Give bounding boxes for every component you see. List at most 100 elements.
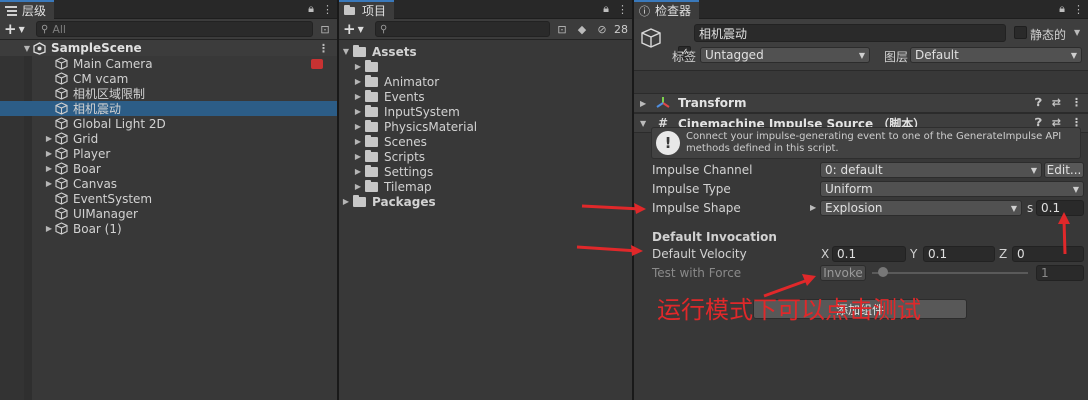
hierarchy-item[interactable]: ▶ Grid xyxy=(0,131,337,146)
chevron-right-icon[interactable]: ▶ xyxy=(353,92,363,101)
object-name-field[interactable]: 相机震动 xyxy=(694,24,1006,42)
project-folder-label: Tilemap xyxy=(384,179,432,194)
chevron-right-icon[interactable]: ▶ xyxy=(810,203,816,212)
project-folder-row[interactable]: ▶ xyxy=(339,59,632,74)
scene-row[interactable]: ▼ SampleScene ⋮ xyxy=(0,40,337,56)
project-folder-row[interactable]: ▶ Scripts xyxy=(339,149,632,164)
force-field[interactable]: 1 xyxy=(1036,265,1084,281)
hierarchy-item[interactable]: CM vcam xyxy=(0,71,337,86)
help-icon[interactable]: ❓︎ xyxy=(1035,96,1042,110)
chevron-right-icon[interactable]: ▶ xyxy=(44,149,54,158)
project-search-input[interactable]: ⚲ xyxy=(375,21,550,37)
chevron-right-icon[interactable]: ▶ xyxy=(353,152,363,161)
hierarchy-search-input[interactable]: ⚲ All xyxy=(36,21,313,37)
chevron-right-icon[interactable]: ▶ xyxy=(353,182,363,191)
impulse-type-value: Uniform xyxy=(825,182,873,196)
hierarchy-item[interactable]: Global Light 2D xyxy=(0,116,337,131)
search-filter-icon[interactable]: ⊡ xyxy=(317,21,333,37)
project-folder-row[interactable]: ▶ Animator xyxy=(339,74,632,89)
hierarchy-item-label: Grid xyxy=(73,131,99,146)
presets-icon[interactable]: ⇄ xyxy=(1052,96,1061,110)
impulse-type-dropdown[interactable]: Uniform ▼ xyxy=(820,181,1084,197)
velocity-x-field[interactable]: 0.1 xyxy=(832,246,906,262)
lock-icon[interactable]: 🔒︎ xyxy=(1055,0,1069,18)
chevron-down-icon: ▼ xyxy=(18,24,25,34)
kebab-menu-icon[interactable]: ⋮ xyxy=(1069,0,1088,18)
search-by-label-icon[interactable]: ◆ xyxy=(574,21,590,37)
create-asset-button[interactable]: + ▼ xyxy=(343,20,371,38)
lock-icon[interactable]: 🔒︎ xyxy=(599,0,613,18)
project-folder-row[interactable]: ▶ InputSystem xyxy=(339,104,632,119)
folder-icon xyxy=(365,119,378,132)
folder-icon xyxy=(365,134,378,147)
chevron-right-icon[interactable]: ▶ xyxy=(353,137,363,146)
impulse-channel-dropdown[interactable]: 0: default ▼ xyxy=(820,162,1042,178)
list-icon xyxy=(5,5,17,16)
tag-dropdown[interactable]: Untagged ▼ xyxy=(700,47,870,63)
project-folder-label: Animator xyxy=(384,74,440,89)
hidden-packages-icon[interactable]: ⊘ xyxy=(594,21,610,37)
invoke-button[interactable]: Invoke xyxy=(820,265,866,281)
project-toolbar: + ▼ ⚲ ⊡ ◆ ⊘ 28 xyxy=(339,19,632,40)
chevron-right-icon[interactable]: ▶ xyxy=(353,62,363,71)
velocity-y-field[interactable]: 0.1 xyxy=(923,246,995,262)
chevron-down-icon[interactable]: ▼ xyxy=(22,44,32,53)
hierarchy-item[interactable]: 相机区域限制 xyxy=(0,86,337,101)
project-folder-row[interactable]: ▶ Settings xyxy=(339,164,632,179)
chevron-right-icon[interactable]: ▶ xyxy=(44,164,54,173)
velocity-z-label: Z xyxy=(999,247,1008,261)
folder-icon xyxy=(344,4,355,15)
default-invocation-heading: Default Invocation xyxy=(652,230,777,244)
info-circle-icon: ⓘ xyxy=(639,4,650,18)
search-by-type-icon[interactable]: ⊡ xyxy=(554,21,570,37)
chevron-right-icon[interactable]: ▶ xyxy=(341,197,351,206)
project-tab[interactable]: 项目 xyxy=(339,0,395,19)
assets-row[interactable]: ▼ Assets xyxy=(339,44,632,59)
hierarchy-item-label: 相机震动 xyxy=(73,102,122,116)
layer-label: 图层 xyxy=(884,50,909,64)
project-tree: ▼ Assets ▶ ▶ Animator ▶ Events ▶ InputSystem ▶ P… xyxy=(339,40,632,209)
hierarchy-item[interactable]: ▶ Player xyxy=(0,146,337,161)
transform-header[interactable]: ▶ Transform ❓︎ ⇄ ⋮ xyxy=(634,93,1088,113)
impulse-shape-dropdown[interactable]: Explosion ▼ xyxy=(820,200,1022,216)
layer-dropdown[interactable]: Default ▼ xyxy=(910,47,1082,63)
hierarchy-tab[interactable]: 层级 xyxy=(0,0,55,19)
chevron-right-icon[interactable]: ▶ xyxy=(44,134,54,143)
hierarchy-item-label: Main Camera xyxy=(73,56,153,71)
kebab-menu-icon[interactable]: ⋮ xyxy=(613,0,632,18)
hierarchy-item[interactable]: ▶ Canvas xyxy=(0,176,337,191)
chevron-down-icon[interactable]: ▼ xyxy=(1074,28,1080,37)
hierarchy-item[interactable]: EventSystem xyxy=(0,191,337,206)
static-checkbox[interactable] xyxy=(1014,26,1027,39)
hierarchy-item[interactable]: Main Camera xyxy=(0,56,337,71)
edit-channel-button[interactable]: Edit... xyxy=(1044,162,1084,178)
folder-icon xyxy=(353,194,366,207)
chevron-down-icon[interactable]: ▼ xyxy=(341,47,351,56)
create-button[interactable]: + ▼ xyxy=(4,20,32,38)
hierarchy-item[interactable]: ▶ Boar xyxy=(0,161,337,176)
chevron-right-icon[interactable]: ▶ xyxy=(353,107,363,116)
hierarchy-item-label: CM vcam xyxy=(73,71,129,86)
kebab-menu-icon[interactable]: ⋮ xyxy=(1071,96,1082,110)
chevron-right-icon[interactable]: ▶ xyxy=(353,77,363,86)
chevron-down-icon: ▼ xyxy=(1030,165,1037,175)
hierarchy-item[interactable]: ▶ Boar (1) xyxy=(0,221,337,236)
lock-icon[interactable]: 🔒︎ xyxy=(304,0,318,18)
hierarchy-item[interactable]: 相机震动 xyxy=(0,101,337,116)
chevron-right-icon[interactable]: ▶ xyxy=(640,99,650,108)
force-slider-handle[interactable] xyxy=(878,267,888,277)
chevron-right-icon[interactable]: ▶ xyxy=(44,224,54,233)
hierarchy-item[interactable]: UIManager xyxy=(0,206,337,221)
chevron-right-icon[interactable]: ▶ xyxy=(353,167,363,176)
project-folder-row[interactable]: ▶ Events xyxy=(339,89,632,104)
chevron-down-icon[interactable]: ▼ xyxy=(640,119,650,128)
force-slider-track[interactable] xyxy=(872,272,1028,274)
chevron-right-icon[interactable]: ▶ xyxy=(44,179,54,188)
project-folder-row[interactable]: ▶ PhysicsMaterial xyxy=(339,119,632,134)
chevron-right-icon[interactable]: ▶ xyxy=(353,122,363,131)
scene-menu-icon[interactable]: ⋮ xyxy=(318,42,329,55)
kebab-menu-icon[interactable]: ⋮ xyxy=(318,0,337,18)
project-folder-row[interactable]: ▶ Tilemap xyxy=(339,179,632,194)
inspector-tab[interactable]: ⓘ 检查器 xyxy=(634,0,700,19)
project-folder-row[interactable]: ▶ Scenes xyxy=(339,134,632,149)
